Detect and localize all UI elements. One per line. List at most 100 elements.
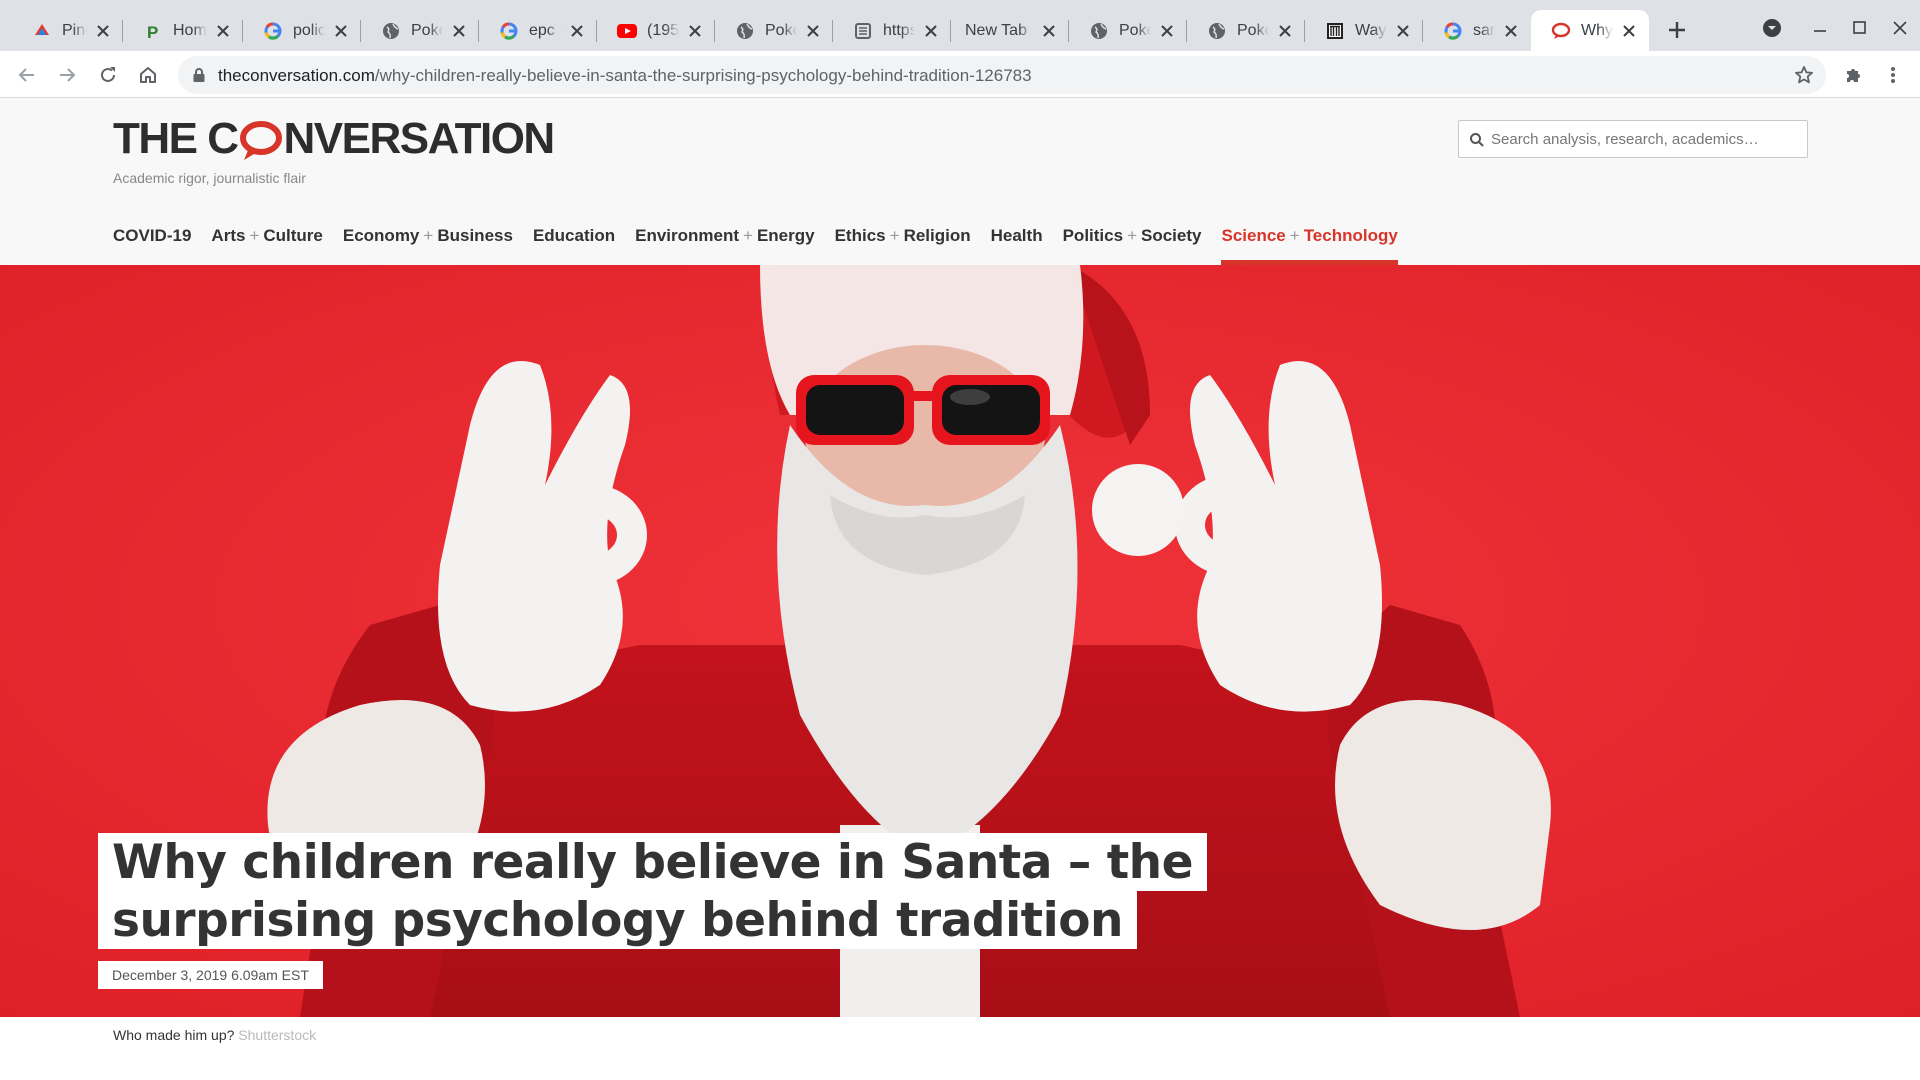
back-button[interactable]: [11, 59, 43, 91]
close-tab-icon[interactable]: [1619, 21, 1639, 41]
svg-text:P: P: [147, 23, 158, 40]
extensions-button[interactable]: [1837, 59, 1869, 91]
browser-tab[interactable]: Poke: [361, 10, 479, 51]
forward-button[interactable]: [51, 59, 83, 91]
conversation-icon: [1551, 21, 1571, 41]
browser-tab[interactable]: Wayb: [1305, 10, 1423, 51]
logo-text-start: THE C: [113, 114, 239, 163]
tab-title: Why c: [1581, 21, 1613, 40]
nav-label: Business: [437, 226, 513, 245]
maximize-icon[interactable]: [1840, 8, 1880, 48]
nav-science-technology[interactable]: Science + Technology: [1221, 226, 1398, 265]
caption-text: Who made him up?: [113, 1027, 235, 1043]
browser-tab-active[interactable]: Why c: [1531, 10, 1649, 51]
close-tab-icon[interactable]: [685, 21, 705, 41]
search-input[interactable]: [1491, 121, 1801, 157]
browser-tab[interactable]: Pine R: [12, 10, 123, 51]
nav-label: Ethics: [834, 226, 886, 245]
minimize-icon[interactable]: [1800, 8, 1840, 48]
nav-environment-energy[interactable]: Environment + Energy: [635, 226, 814, 265]
nav-label: Technology: [1303, 226, 1398, 245]
nav-plus: +: [423, 226, 434, 245]
reload-button[interactable]: [92, 59, 124, 91]
nav-covid-19[interactable]: COVID-19: [113, 226, 191, 265]
nav-label: Culture: [263, 226, 323, 245]
browser-tab[interactable]: (195): [597, 10, 715, 51]
speech-bubble-icon: [239, 120, 283, 162]
close-tab-icon[interactable]: [1501, 21, 1521, 41]
close-window-icon[interactable]: [1880, 8, 1920, 48]
tab-title: Poke: [411, 21, 443, 40]
home-button[interactable]: [132, 59, 164, 91]
close-tab-icon[interactable]: [1157, 21, 1177, 41]
close-tab-icon[interactable]: [1275, 21, 1295, 41]
close-tab-icon[interactable]: [1039, 21, 1059, 41]
close-tab-icon[interactable]: [921, 21, 941, 41]
wayback-icon: [1325, 21, 1345, 41]
bookmark-star-icon[interactable]: [1792, 63, 1816, 87]
site-search[interactable]: [1458, 120, 1808, 158]
close-tab-icon[interactable]: [213, 21, 233, 41]
image-credit-link[interactable]: Shutterstock: [238, 1027, 316, 1043]
browser-menu-button[interactable]: [1877, 59, 1909, 91]
nav-label: COVID-19: [113, 226, 192, 245]
address-bar[interactable]: theconversation.com/why-children-really-…: [178, 56, 1826, 94]
nav-education[interactable]: Education: [533, 226, 615, 265]
nav-label: Politics: [1062, 226, 1124, 245]
nav-economy-business[interactable]: Economy + Business: [343, 226, 513, 265]
reload-icon: [101, 67, 115, 82]
browser-tab[interactable]: santa: [1423, 10, 1531, 51]
close-tab-icon[interactable]: [1393, 21, 1413, 41]
nav-ethics-religion[interactable]: Ethics + Religion: [835, 226, 971, 265]
close-tab-icon[interactable]: [331, 21, 351, 41]
tab-search-icon[interactable]: [1752, 8, 1792, 48]
browser-tab[interactable]: Poke: [1187, 10, 1305, 51]
tab-strip: Pine R P Home police Poke epc 9 (195) Po…: [0, 0, 1920, 51]
nav-label: Energy: [756, 226, 815, 245]
article-headline-line-2: surprising psychology behind tradition: [98, 891, 1138, 949]
close-tab-icon[interactable]: [93, 21, 113, 41]
globe-icon: [1207, 21, 1227, 41]
google-icon: [1443, 21, 1463, 41]
back-arrow-icon: [18, 68, 34, 82]
close-tab-icon[interactable]: [803, 21, 823, 41]
close-tab-icon[interactable]: [567, 21, 587, 41]
search-icon: [1470, 133, 1484, 147]
tab-title: (195): [647, 21, 679, 40]
nav-label: Arts: [211, 226, 246, 245]
site-tagline: Academic rigor, journalistic flair: [113, 170, 306, 186]
nav-plus: +: [1127, 226, 1137, 245]
nav-politics-society[interactable]: Politics + Society: [1063, 226, 1202, 265]
p-logo-icon: P: [143, 21, 163, 41]
browser-tab[interactable]: epc 9: [479, 10, 597, 51]
nav-label: Society: [1141, 226, 1202, 245]
browser-tab[interactable]: New Tab: [951, 10, 1069, 51]
nav-health[interactable]: Health: [991, 226, 1043, 265]
section-nav: COVID-19 Arts + Culture Economy + Business E…: [113, 226, 1418, 265]
tab-title: epc 9: [529, 21, 561, 40]
browser-tab[interactable]: https: [833, 10, 951, 51]
nav-label: Science: [1221, 226, 1286, 245]
browser-toolbar: theconversation.com/why-children-really-…: [0, 51, 1920, 98]
pinecone-icon: [32, 21, 52, 41]
browser-tab[interactable]: P Home: [123, 10, 243, 51]
url-host: theconversation.com: [218, 66, 375, 85]
browser-tab[interactable]: Poke: [715, 10, 833, 51]
new-tab-button[interactable]: [1663, 16, 1691, 44]
close-tab-icon[interactable]: [449, 21, 469, 41]
url-text[interactable]: theconversation.com/why-children-really-…: [218, 66, 1032, 86]
tab-title: santa: [1473, 21, 1495, 40]
tab-title: New Tab: [965, 21, 1033, 40]
site-logo[interactable]: THE C NVERSATION: [113, 114, 555, 163]
lock-icon: [193, 68, 205, 82]
nav-label: Education: [532, 226, 616, 245]
nav-arts-culture[interactable]: Arts + Culture: [211, 226, 322, 265]
nav-plus: +: [743, 226, 753, 245]
tab-title: Poke: [765, 21, 797, 40]
tab-title: Home: [173, 21, 207, 40]
nav-plus: +: [249, 226, 260, 245]
browser-tab[interactable]: Poke: [1069, 10, 1187, 51]
browser-tab[interactable]: police: [243, 10, 361, 51]
puzzle-piece-icon: [1847, 69, 1860, 82]
globe-icon: [381, 21, 401, 41]
